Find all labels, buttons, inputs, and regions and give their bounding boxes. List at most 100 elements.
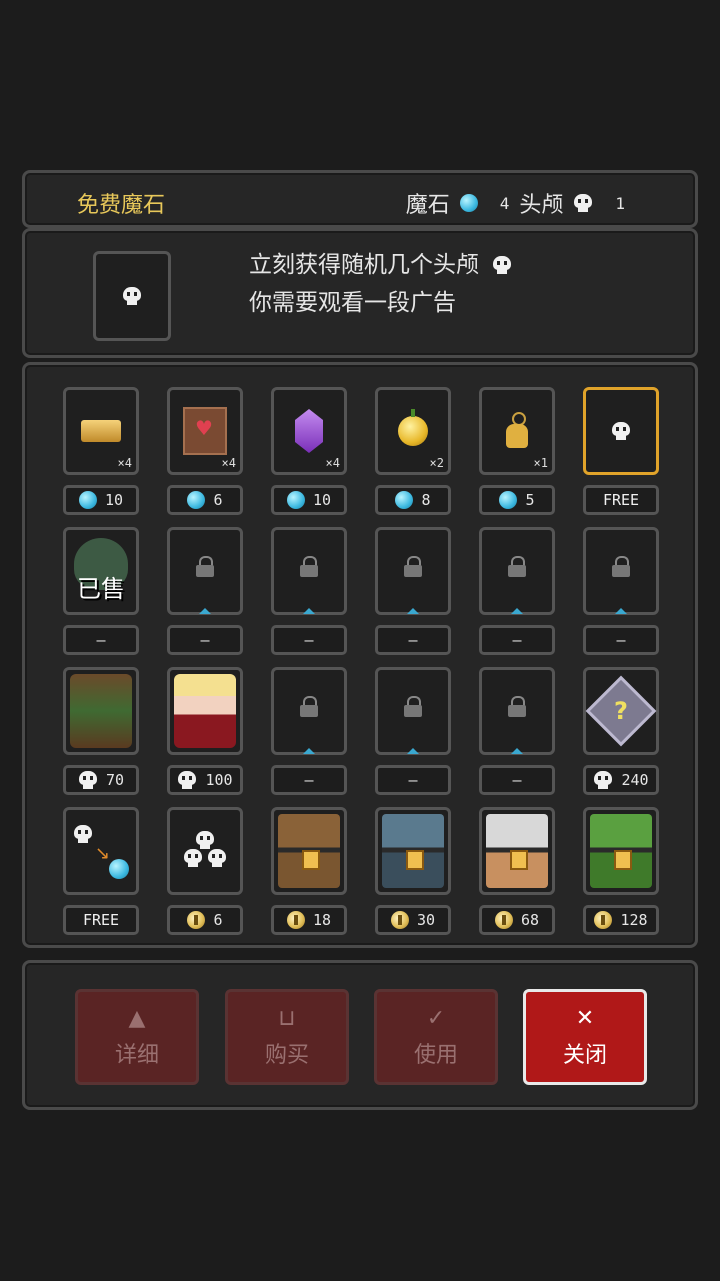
gem-count: 4 (499, 193, 510, 213)
mystery-symbol: ? (614, 696, 628, 725)
price-tag: — (167, 625, 243, 655)
shop-cell-skull-to-gem[interactable]: ↘ FREE (63, 807, 139, 935)
shop-cell-locked[interactable]: — (375, 667, 451, 795)
item-slot[interactable]: ×4 (63, 387, 139, 475)
item-slot[interactable]: ? (583, 667, 659, 755)
shop-cell-locked[interactable]: — (271, 527, 347, 655)
love-scroll-icon (183, 407, 227, 455)
item-slot[interactable]: 已售 (63, 527, 139, 615)
shop-cell-purple-crystal[interactable]: ×4 10 (271, 387, 347, 515)
price-tag: — (479, 625, 555, 655)
skull-icon (207, 849, 227, 867)
item-slot-locked[interactable] (479, 527, 555, 615)
check-icon: ✓ (426, 1005, 446, 1031)
shop-cell-gold-bars[interactable]: ×4 10 (63, 387, 139, 515)
shop-cell-skull-amulet[interactable]: ×1 5 (479, 387, 555, 515)
item-slot[interactable]: ×4 (271, 387, 347, 475)
shop-cell-locked[interactable]: — (167, 527, 243, 655)
item-slot[interactable]: ×2 (375, 387, 451, 475)
gem-icon (286, 491, 305, 509)
price-tag: FREE (583, 485, 659, 515)
up-arrow-icon (407, 748, 419, 754)
coin-icon (286, 911, 305, 929)
buy-label: 购买 (264, 1042, 309, 1068)
skull-icon (78, 771, 98, 789)
shop-cell-locked[interactable]: — (479, 527, 555, 655)
price-value: 10 (104, 491, 124, 509)
lock-icon (196, 556, 214, 579)
price-value: — (512, 771, 522, 789)
item-slot-locked[interactable] (479, 667, 555, 755)
item-slot-locked[interactable] (583, 527, 659, 615)
mystery-box-icon: ? (585, 675, 657, 747)
shop-cell-sold[interactable]: 已售 — (63, 527, 139, 655)
gem-icon (395, 491, 414, 509)
price-tag: 100 (167, 765, 243, 795)
shop-cell-locked[interactable]: — (583, 527, 659, 655)
item-slot[interactable]: ↘ (63, 807, 139, 895)
arrow-icon: ↘ (95, 843, 111, 864)
gem-icon (109, 859, 129, 879)
item-slot[interactable] (375, 807, 451, 895)
item-slot-locked[interactable] (271, 667, 347, 755)
gem-icon (187, 491, 206, 509)
item-slot[interactable] (479, 807, 555, 895)
item-slot[interactable] (167, 807, 243, 895)
price-value: 240 (621, 771, 649, 789)
price-tag: — (63, 625, 139, 655)
item-slot-locked[interactable] (375, 667, 451, 755)
item-slot[interactable] (583, 807, 659, 895)
shop-cell-blue-chest[interactable]: 30 (375, 807, 451, 935)
shop-cell-triple-skull[interactable]: 6 (167, 807, 243, 935)
shop-cell-brown-chest[interactable]: 18 (271, 807, 347, 935)
shop-cell-vampire-hero[interactable]: 100 (167, 667, 243, 795)
cart-icon: ⊔ (278, 1005, 296, 1031)
shop-cell-green-chest[interactable]: 128 (583, 807, 659, 935)
price-value: — (304, 631, 314, 649)
shop-cell-love-scroll[interactable]: ×4 6 (167, 387, 243, 515)
offer-line-1: 立刻获得随机几个头颅 (249, 252, 479, 278)
coin-icon (187, 911, 206, 929)
skull-icon (122, 287, 142, 305)
shop-cell-silver-chest[interactable]: 68 (479, 807, 555, 935)
item-slot[interactable]: ×1 (479, 387, 555, 475)
details-button[interactable]: ▲ 详细 (75, 989, 199, 1085)
item-quantity: ×2 (429, 456, 444, 470)
shop-cell-treant-hero[interactable]: 70 (63, 667, 139, 795)
skull-icon (573, 194, 593, 212)
item-slot-locked[interactable] (375, 527, 451, 615)
brown-chest-icon (278, 814, 340, 888)
price-tag: 240 (583, 765, 659, 795)
offer-item-slot[interactable] (93, 251, 171, 341)
item-slot[interactable] (271, 807, 347, 895)
details-label: 详细 (114, 1042, 159, 1068)
price-tag: 10 (271, 485, 347, 515)
price-value: — (408, 771, 418, 789)
lock-icon (300, 696, 318, 719)
use-button[interactable]: ✓ 使用 (374, 989, 498, 1085)
item-slot-selected[interactable] (583, 387, 659, 475)
price-tag: 10 (63, 485, 139, 515)
item-slot[interactable]: ×4 (167, 387, 243, 475)
buy-button[interactable]: ⊔ 购买 (225, 989, 349, 1085)
item-slot-locked[interactable] (271, 527, 347, 615)
close-button[interactable]: ✕ 关闭 (523, 989, 647, 1085)
shop-cell-locked[interactable]: — (479, 667, 555, 795)
shop-cell-locked[interactable]: — (271, 667, 347, 795)
shop-cell-mystery-box[interactable]: ? 240 (583, 667, 659, 795)
lock-icon (508, 696, 526, 719)
price-value: 68 (520, 911, 540, 929)
gem-icon (459, 194, 478, 212)
skull-icon (73, 825, 93, 843)
price-tag: 70 (63, 765, 139, 795)
shop-cell-skull-ad[interactable]: FREE (583, 387, 659, 515)
shop-cell-golden-apple[interactable]: ×2 8 (375, 387, 451, 515)
item-slot[interactable] (63, 667, 139, 755)
up-arrow-icon (303, 748, 315, 754)
shop-cell-locked[interactable]: — (375, 527, 451, 655)
price-value: — (96, 631, 106, 649)
use-label: 使用 (413, 1042, 458, 1068)
price-tag: 6 (167, 485, 243, 515)
item-slot[interactable] (167, 667, 243, 755)
item-slot-locked[interactable] (167, 527, 243, 615)
